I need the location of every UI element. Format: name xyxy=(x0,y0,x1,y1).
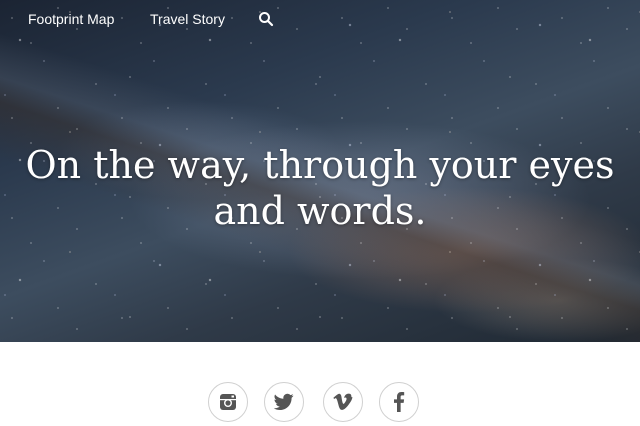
vimeo-icon xyxy=(333,393,353,410)
nav-link-footprint-map[interactable]: Footprint Map xyxy=(28,11,114,27)
hero-tagline-line-1: On the way, through your eyes xyxy=(25,143,615,187)
search-icon[interactable] xyxy=(258,11,274,27)
vimeo-button[interactable] xyxy=(323,382,363,422)
instagram-button[interactable] xyxy=(208,382,248,422)
twitter-button[interactable] xyxy=(264,382,304,422)
hero-tagline-line-2: and words. xyxy=(213,189,427,233)
social-links xyxy=(0,382,640,424)
facebook-button[interactable] xyxy=(379,382,419,422)
top-nav: Footprint Map Travel Story xyxy=(0,0,640,40)
hero-tagline: On the way, through your eyes and words. xyxy=(0,142,640,234)
twitter-icon xyxy=(274,393,294,410)
hero-banner: Footprint Map Travel Story On the way, t… xyxy=(0,0,640,342)
nav-link-travel-story[interactable]: Travel Story xyxy=(150,11,225,27)
facebook-icon xyxy=(394,392,405,412)
instagram-icon xyxy=(220,394,236,410)
